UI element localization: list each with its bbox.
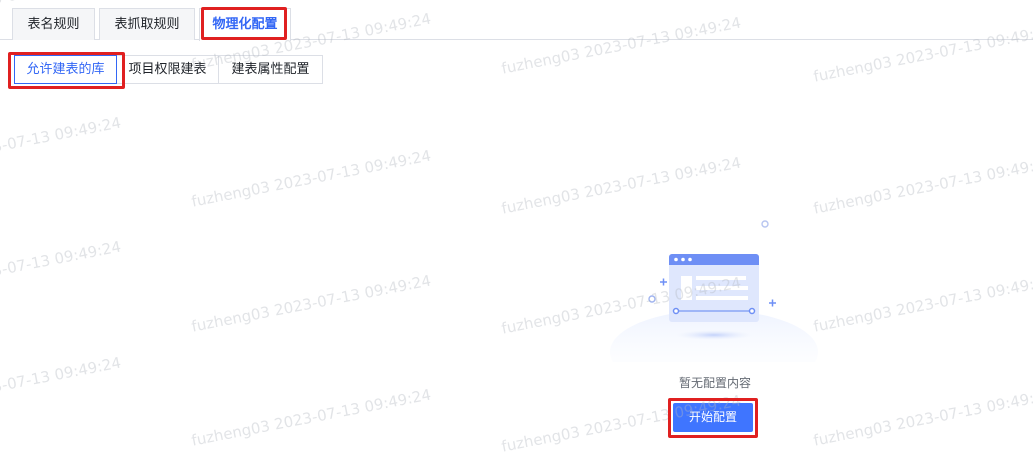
start-config-button[interactable]: 开始配置	[673, 403, 753, 432]
sub-tabs: 允许建表的库 项目权限建表 建表属性配置	[14, 55, 323, 84]
main-tabs: 表名规则 表抓取规则 物理化配置	[0, 0, 1033, 41]
watermark-text: fuzheng03 2023-07-13 09:49:24	[812, 385, 1033, 450]
watermark-text: fuzheng03 2023-07-13 09:49:24	[0, 237, 123, 302]
watermark-text: fuzheng03 2023-07-13 09:49:24	[190, 271, 433, 336]
watermark-text: fuzheng03 2023-07-13 09:49:24	[0, 113, 123, 178]
watermark-text: fuzheng03 2023-07-13 09:49:24	[0, 353, 123, 418]
empty-window-illustration-icon	[610, 220, 818, 362]
tab-table-crawl-rules[interactable]: 表抓取规则	[99, 8, 195, 40]
watermark-text: fuzheng03 2023-07-13 09:49:24	[190, 146, 433, 211]
tab-materialization-config[interactable]: 物理化配置	[199, 8, 291, 41]
empty-state-text: 暂无配置内容	[678, 376, 751, 390]
subtab-project-permission-create[interactable]: 项目权限建表	[116, 55, 219, 84]
watermark-text: fuzheng03 2023-07-13 09:49:24	[500, 153, 743, 218]
tab-table-name-rules[interactable]: 表名规则	[12, 8, 95, 40]
watermark-text: fuzheng03 2023-07-13 09:49:24	[190, 385, 433, 450]
watermark-text: fuzheng03 2023-07-13 09:49:24	[812, 271, 1033, 336]
watermark-text: fuzheng03 2023-07-13 09:49:24	[812, 153, 1033, 218]
page: 表名规则 表抓取规则 物理化配置 允许建表的库 项目权限建表 建表属性配置 暂无…	[0, 0, 1033, 462]
subtab-table-attribute-config[interactable]: 建表属性配置	[218, 55, 323, 84]
subtab-allowed-databases[interactable]: 允许建表的库	[14, 55, 117, 84]
